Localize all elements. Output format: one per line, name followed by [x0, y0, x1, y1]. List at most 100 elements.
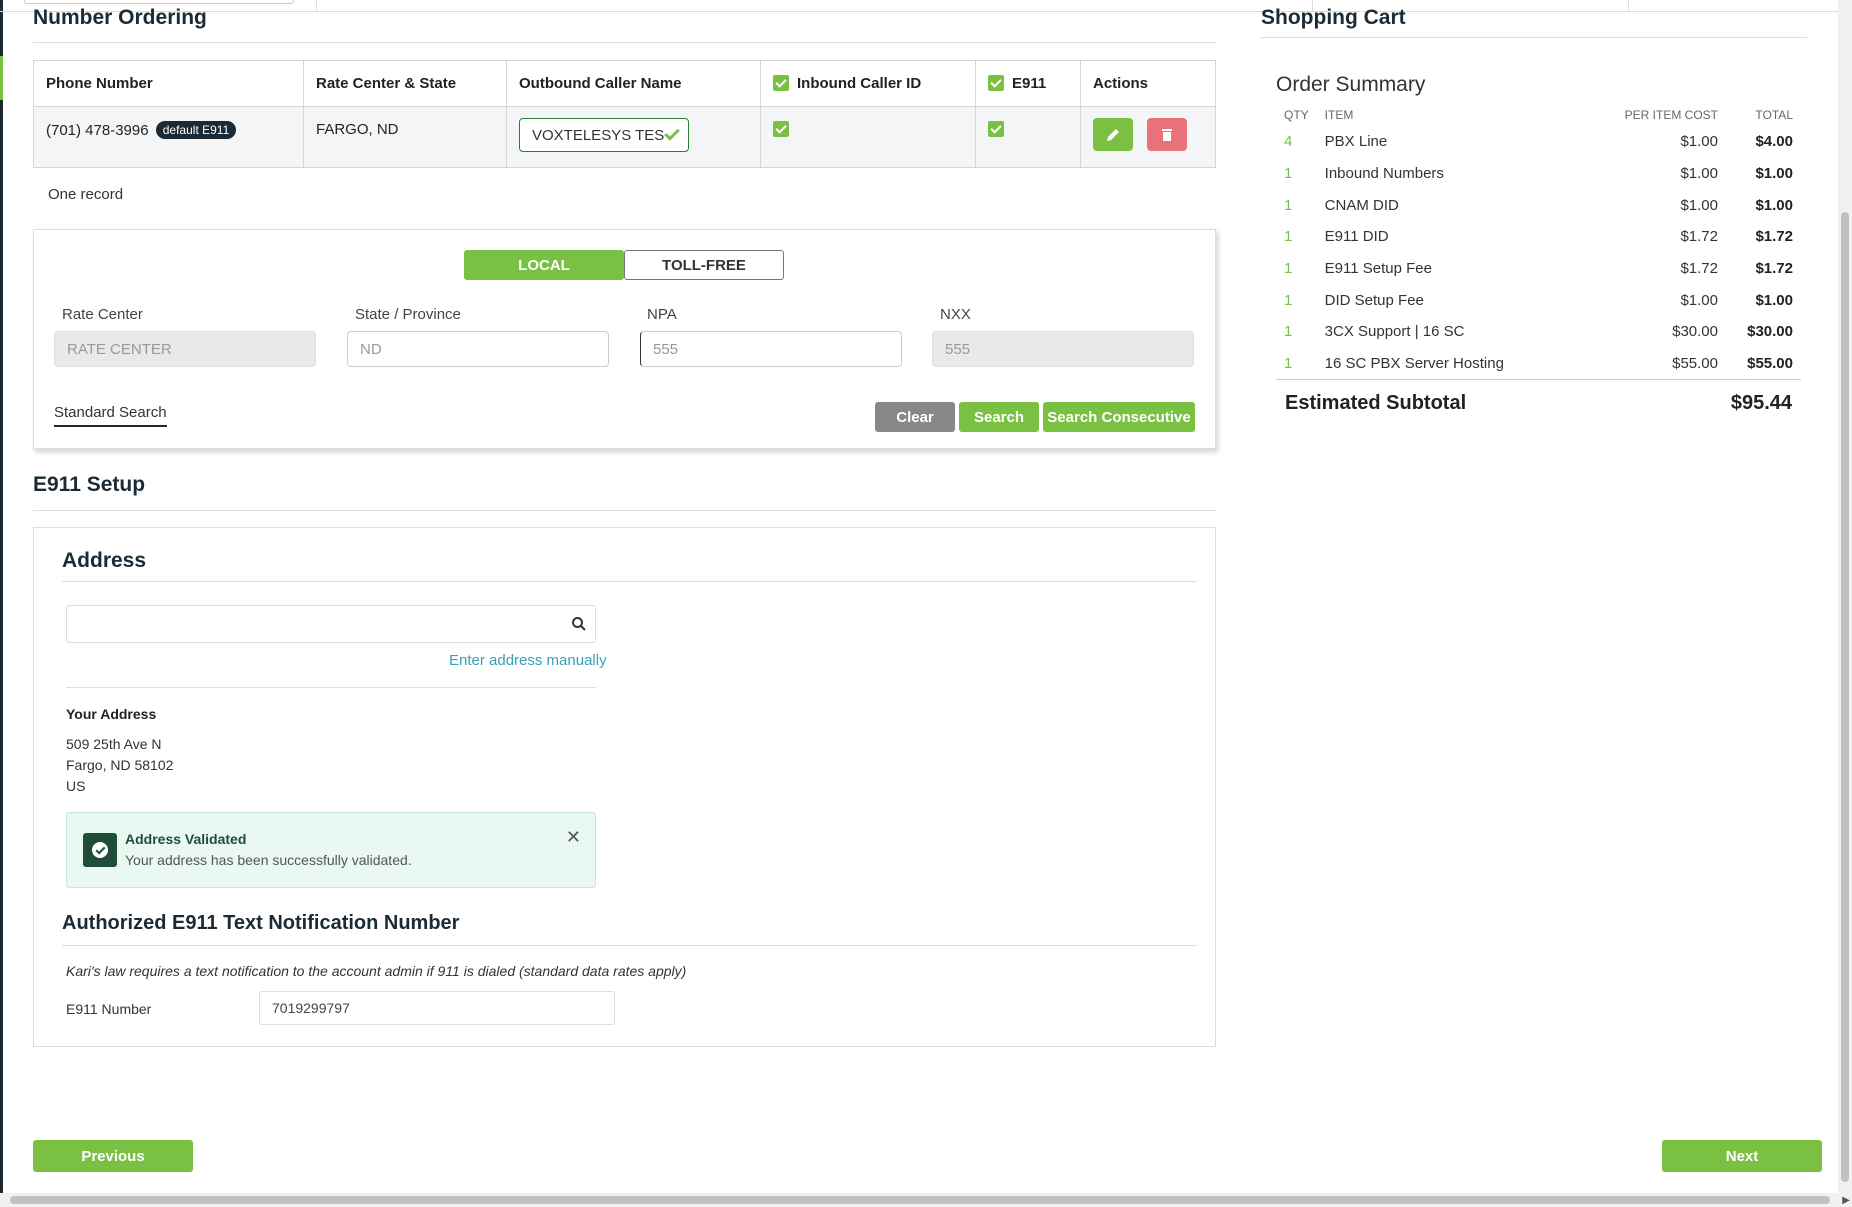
state-label: State / Province: [355, 306, 461, 323]
trash-icon: [1162, 129, 1173, 141]
cart-total: $4.00: [1755, 133, 1793, 151]
address-search-input[interactable]: [66, 605, 596, 643]
cart-qty: 1: [1284, 355, 1293, 373]
address-line: 509 25th Ave N: [66, 736, 162, 752]
cart-item: Inbound Numbers: [1324, 165, 1444, 183]
close-icon[interactable]: ✕: [566, 827, 581, 848]
next-button[interactable]: Next: [1662, 1140, 1822, 1172]
cart-item: 16 SC PBX Server Hosting: [1324, 355, 1504, 373]
cart-qty: 1: [1284, 196, 1293, 214]
cart-cost: $1.00: [1680, 291, 1718, 309]
alert-message: Your address has been successfully valid…: [125, 852, 412, 868]
check-icon: [664, 125, 680, 141]
npa-input[interactable]: 555: [640, 331, 902, 367]
horizontal-scrollbar[interactable]: ▶: [0, 1193, 1852, 1207]
col-total: TOTAL: [1755, 108, 1793, 122]
karis-law-text: Kari's law requires a text notification …: [66, 963, 687, 979]
phone-number: (701) 478-3996: [46, 122, 149, 139]
cart-row: 1 CNAM DID $1.00 $1.00: [1276, 189, 1801, 221]
e911-all-checkbox[interactable]: [988, 75, 1004, 91]
cart-row: 4 PBX Line $1.00 $4.00: [1276, 126, 1801, 158]
cart-total: $1.00: [1755, 291, 1793, 309]
cart-cost: $30.00: [1672, 323, 1718, 341]
cart-total: $1.72: [1755, 260, 1793, 278]
rate-center-label: Rate Center: [62, 306, 143, 323]
cart-row: 1 3CX Support | 16 SC $30.00 $30.00: [1276, 316, 1801, 348]
cart-cost: $1.00: [1680, 196, 1718, 214]
standard-search-tab[interactable]: Standard Search: [54, 404, 167, 427]
cart-cost: $1.72: [1680, 260, 1718, 278]
search-button[interactable]: Search: [959, 402, 1039, 432]
col-e911[interactable]: E911: [975, 60, 1081, 107]
order-summary-table: QTY ITEM PER ITEM COST TOTAL 4 PBX Line $1…: [1276, 104, 1801, 380]
estimated-subtotal-value: $95.44: [1730, 392, 1792, 414]
shopping-cart-title: Shopping Cart: [1261, 6, 1406, 29]
order-summary-title: Order Summary: [1276, 73, 1426, 96]
search-consecutive-button[interactable]: Search Consecutive: [1043, 402, 1195, 432]
cart-total: $30.00: [1747, 323, 1793, 341]
cart-row: 1 DID Setup Fee $1.00 $1.00: [1276, 284, 1801, 316]
rate-center-input[interactable]: RATE CENTER: [54, 331, 316, 367]
notification-title: Authorized E911 Text Notification Number: [62, 912, 460, 934]
previous-button[interactable]: Previous: [33, 1140, 193, 1172]
nxx-input[interactable]: 555: [932, 331, 1194, 367]
vertical-scroll-thumb[interactable]: [1841, 212, 1849, 1182]
top-tab-strip: [0, 0, 1852, 12]
outbound-caller-name-input[interactable]: VOXTELESYS TES: [519, 118, 689, 152]
your-address-label: Your Address: [66, 706, 157, 722]
inbound-caller-id-checkbox[interactable]: [773, 121, 789, 137]
cart-item: E911 Setup Fee: [1324, 260, 1432, 278]
col-inbound-caller-id[interactable]: Inbound Caller ID: [760, 60, 976, 107]
cart-qty: 1: [1284, 228, 1293, 246]
default-e911-badge: default E911: [155, 121, 237, 139]
cart-qty: 4: [1284, 133, 1293, 151]
cart-cost: $1.00: [1680, 165, 1718, 183]
cart-cost: $1.72: [1680, 228, 1718, 246]
rate-center-value: FARGO, ND: [303, 106, 507, 168]
e911-panel: Address Enter address manually Your Addr…: [33, 527, 1216, 1047]
e911-setup-title: E911 Setup: [33, 473, 146, 496]
address-validated-alert: Address Validated Your address has been …: [66, 812, 596, 888]
estimated-subtotal-label: Estimated Subtotal: [1285, 392, 1467, 414]
col-qty: QTY: [1284, 108, 1309, 122]
inbound-caller-id-all-checkbox[interactable]: [773, 75, 789, 91]
npa-label: NPA: [647, 306, 677, 323]
search-icon: [572, 617, 586, 631]
col-outbound-caller-name: Outbound Caller Name: [506, 60, 761, 107]
horizontal-scroll-thumb[interactable]: [10, 1196, 1830, 1204]
col-phone-number: Phone Number: [33, 60, 304, 107]
cart-qty: 1: [1284, 165, 1293, 183]
e911-number-input[interactable]: 7019299797: [259, 991, 615, 1025]
vertical-scrollbar[interactable]: [1838, 0, 1852, 1195]
scroll-right-icon[interactable]: ▶: [1842, 1195, 1850, 1206]
state-input[interactable]: ND: [347, 331, 609, 367]
e911-checkbox[interactable]: [988, 121, 1004, 137]
cart-cost: $55.00: [1672, 355, 1718, 373]
top-tab[interactable]: [24, 0, 294, 4]
cart-item: PBX Line: [1324, 133, 1388, 151]
address-title: Address: [62, 549, 147, 572]
cart-row: 1 E911 Setup Fee $1.72 $1.72: [1276, 253, 1801, 285]
table-header-row: Phone Number Rate Center & State Outboun…: [33, 60, 1216, 107]
numbers-table: Phone Number Rate Center & State Outboun…: [33, 60, 1216, 168]
cart-item: 3CX Support | 16 SC: [1324, 323, 1465, 341]
col-actions: Actions: [1080, 60, 1216, 107]
clear-button[interactable]: Clear: [875, 402, 955, 432]
delete-button[interactable]: [1147, 118, 1188, 151]
alert-title: Address Validated: [125, 831, 247, 847]
tab-toll-free[interactable]: TOLL-FREE: [624, 250, 784, 280]
edit-button[interactable]: [1093, 118, 1133, 151]
cart-cost: $1.00: [1680, 133, 1718, 151]
table-row: (701) 478-3996 default E911 FARGO, ND VO…: [33, 106, 1216, 168]
left-nav-bar: [0, 0, 3, 1195]
number-ordering-title: Number Ordering: [33, 6, 207, 29]
address-line: US: [66, 778, 86, 794]
check-circle-icon: [83, 833, 117, 867]
tab-local[interactable]: LOCAL: [464, 250, 624, 280]
address-line: Fargo, ND 58102: [66, 757, 174, 773]
cart-qty: 1: [1284, 291, 1293, 309]
cart-total: $1.72: [1755, 228, 1793, 246]
nxx-label: NXX: [940, 306, 971, 323]
enter-address-manually-link[interactable]: Enter address manually: [449, 652, 607, 669]
col-item: ITEM: [1324, 108, 1354, 122]
